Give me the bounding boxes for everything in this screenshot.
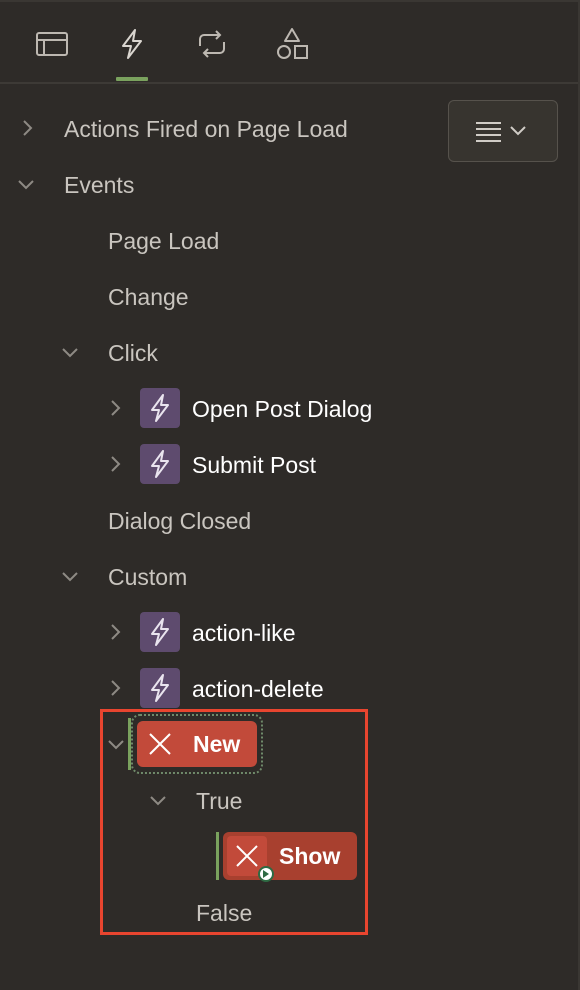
lightning-icon xyxy=(151,394,169,422)
lightning-icon xyxy=(151,674,169,702)
dynamic-action-badge xyxy=(140,612,180,652)
dynamic-action-badge xyxy=(140,444,180,484)
lightning-icon xyxy=(122,29,142,59)
chevron-right-icon[interactable] xyxy=(18,118,38,138)
tree-node-submit-post[interactable]: Submit Post xyxy=(192,451,316,479)
lightning-icon xyxy=(151,450,169,478)
tree-node-action-delete[interactable]: action-delete xyxy=(192,675,324,703)
tree-node-events[interactable]: Events xyxy=(64,171,134,199)
tree-node-custom[interactable]: Custom xyxy=(108,563,187,591)
tree-node-actions-fired-on-page-load[interactable]: Actions Fired on Page Load xyxy=(64,115,348,143)
chevron-right-icon[interactable] xyxy=(106,622,126,642)
menu-lines-chevron-icon xyxy=(476,122,526,142)
dynamic-action-badge xyxy=(140,388,180,428)
tab-shared-components[interactable] xyxy=(270,22,314,66)
top-border xyxy=(0,0,580,2)
tree-node-action-like[interactable]: action-like xyxy=(192,619,296,647)
chevron-down-icon[interactable] xyxy=(60,566,80,586)
tree-node-dialog-closed[interactable]: Dialog Closed xyxy=(108,507,251,535)
shapes-icon xyxy=(277,28,308,59)
active-tab-indicator xyxy=(116,77,148,81)
chevron-right-icon[interactable] xyxy=(106,678,126,698)
chevron-right-icon[interactable] xyxy=(106,454,126,474)
tree-node-page-load[interactable]: Page Load xyxy=(108,227,219,255)
chevron-right-icon[interactable] xyxy=(106,398,126,418)
tree-node-change[interactable]: Change xyxy=(108,283,189,311)
rendering-icon xyxy=(36,32,68,56)
tab-processing[interactable] xyxy=(190,22,234,66)
chevron-down-icon[interactable] xyxy=(60,342,80,362)
tree-menu-button[interactable] xyxy=(448,100,558,162)
tree-node-click[interactable]: Click xyxy=(108,339,158,367)
chevron-down-icon[interactable] xyxy=(16,174,36,194)
tree-node-open-post-dialog[interactable]: Open Post Dialog xyxy=(192,395,372,423)
tab-dynamic-actions[interactable] xyxy=(110,22,154,66)
processing-icon xyxy=(199,30,225,58)
dynamic-action-badge xyxy=(140,668,180,708)
lightning-icon xyxy=(151,618,169,646)
tab-rendering[interactable] xyxy=(30,22,74,66)
highlight-box xyxy=(100,709,368,935)
